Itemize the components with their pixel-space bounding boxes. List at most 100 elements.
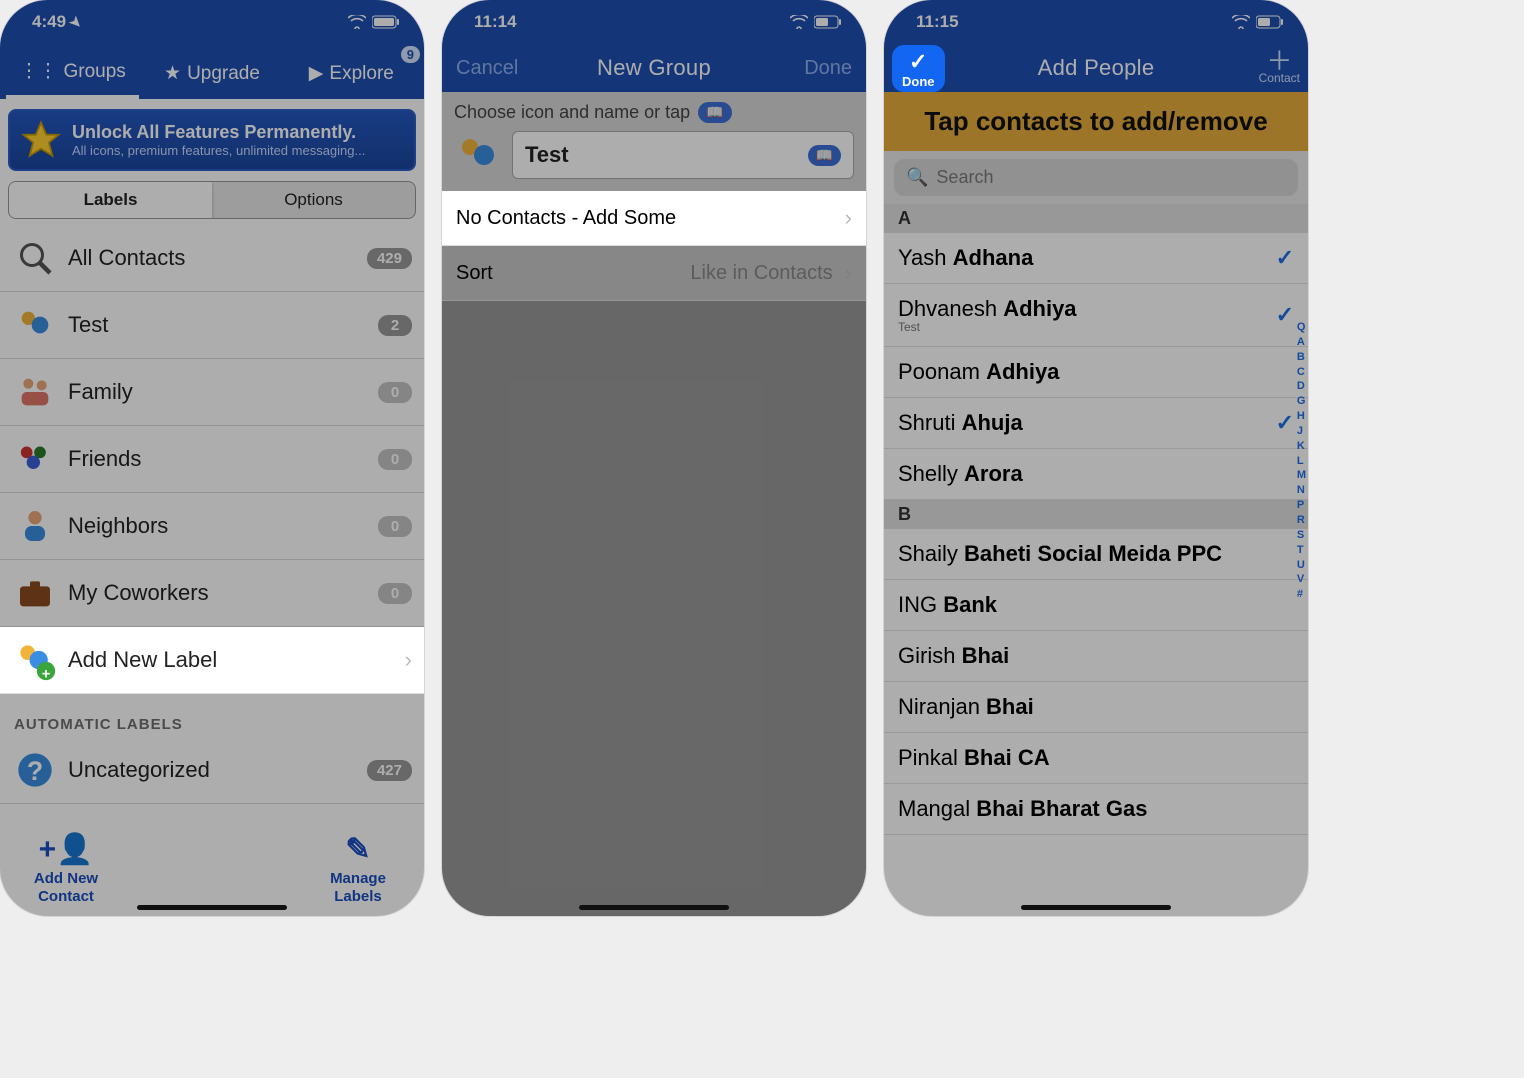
add-contacts-row[interactable]: No Contacts - Add Some › bbox=[442, 191, 866, 246]
contact-name: ING Bank bbox=[898, 592, 997, 618]
wifi-icon bbox=[1232, 15, 1250, 29]
form-hint: Choose icon and name or tap 📖 bbox=[454, 102, 854, 123]
row-add-new-label[interactable]: + Add New Label › bbox=[0, 627, 424, 694]
row-family[interactable]: Family 0 bbox=[0, 359, 424, 426]
index-letter[interactable]: H bbox=[1297, 409, 1306, 424]
book-pill-icon[interactable]: 📖 bbox=[808, 145, 841, 166]
chevron-right-icon: › bbox=[405, 647, 412, 673]
contact-row[interactable]: Dhvanesh AdhiyaTest✓ bbox=[884, 284, 1308, 347]
add-contact-button[interactable]: ＋ Contact bbox=[1259, 51, 1300, 86]
tab-upgrade[interactable]: ★ Upgrade bbox=[145, 50, 278, 99]
unlock-banner[interactable]: Unlock All Features Permanently. All ico… bbox=[8, 109, 416, 171]
row-label: Test bbox=[68, 312, 378, 338]
index-letter[interactable]: L bbox=[1297, 454, 1306, 469]
plus-icon: ＋ bbox=[1266, 51, 1292, 72]
index-letter[interactable]: G bbox=[1297, 394, 1306, 409]
svg-text:+: + bbox=[42, 666, 51, 682]
row-uncategorized[interactable]: ? Uncategorized 427 bbox=[0, 737, 424, 804]
pencil-icon: ✎ bbox=[345, 832, 370, 868]
contact-row[interactable]: Poonam Adhiya bbox=[884, 347, 1308, 398]
check-icon: ✓ bbox=[909, 51, 927, 73]
row-coworkers[interactable]: My Coworkers 0 bbox=[0, 560, 424, 627]
row-count: 0 bbox=[378, 449, 412, 470]
done-button[interactable]: ✓ Done bbox=[892, 45, 945, 92]
index-letter[interactable]: B bbox=[1297, 350, 1306, 365]
nav-bar: ✓ Done Add People ＋ Contact bbox=[884, 44, 1308, 92]
contact-row[interactable]: Yash Adhana ✓ bbox=[884, 233, 1308, 284]
contact-row[interactable]: Girish Bhai bbox=[884, 631, 1308, 682]
index-letter[interactable]: R bbox=[1297, 513, 1306, 528]
contact-row[interactable]: Pinkal Bhai CA bbox=[884, 733, 1308, 784]
tab-explore[interactable]: ▶ Explore 9 bbox=[285, 50, 418, 99]
index-letter[interactable]: Q bbox=[1297, 320, 1306, 335]
segment-options[interactable]: Options bbox=[212, 182, 415, 218]
index-letter[interactable]: N bbox=[1297, 483, 1306, 498]
group-form: Choose icon and name or tap 📖 Test 📖 bbox=[442, 92, 866, 191]
star-icon: ★ bbox=[164, 62, 181, 85]
search-placeholder: Search bbox=[936, 167, 993, 188]
row-test[interactable]: Test 2 bbox=[0, 292, 424, 359]
search-icon: 🔍 bbox=[906, 167, 928, 188]
sort-label: Sort bbox=[456, 262, 493, 285]
index-letter[interactable]: A bbox=[1297, 335, 1306, 350]
nav-title: Add People bbox=[1038, 55, 1155, 81]
contact-row[interactable]: Shaily Baheti Social Meida PPC bbox=[884, 529, 1308, 580]
sort-row[interactable]: Sort Like in Contacts› bbox=[442, 246, 866, 301]
index-letter[interactable]: # bbox=[1297, 587, 1306, 602]
index-letter[interactable]: S bbox=[1297, 528, 1306, 543]
contact-name: Girish Bhai bbox=[898, 643, 1009, 669]
row-all-contacts[interactable]: All Contacts 429 bbox=[0, 225, 424, 292]
tab-groups-label: Groups bbox=[64, 61, 126, 83]
group-icon-picker[interactable] bbox=[454, 131, 502, 179]
index-letter[interactable]: P bbox=[1297, 498, 1306, 513]
index-letter[interactable]: M bbox=[1297, 468, 1306, 483]
add-new-contact-button[interactable]: +👤 Add New Contact bbox=[22, 832, 110, 906]
book-icon[interactable]: 📖 bbox=[698, 102, 731, 123]
row-friends[interactable]: Friends 0 bbox=[0, 426, 424, 493]
segment-control[interactable]: Labels Options bbox=[8, 181, 416, 219]
index-letter[interactable]: K bbox=[1297, 439, 1306, 454]
search-icon bbox=[12, 235, 58, 281]
contact-name: Shaily Baheti Social Meida PPC bbox=[898, 541, 1222, 567]
alphabet-index[interactable]: QABCDGHJKLMNPRSTUV# bbox=[1297, 320, 1306, 602]
tab-groups[interactable]: ⋮⋮ Groups bbox=[6, 50, 139, 99]
row-neighbors[interactable]: Neighbors 0 bbox=[0, 493, 424, 560]
bottom-toolbar: +👤 Add New Contact ✎ Manage Labels bbox=[0, 832, 424, 906]
contact-row[interactable]: Shelly Arora bbox=[884, 449, 1308, 500]
cancel-button[interactable]: Cancel bbox=[456, 44, 518, 92]
row-count: 427 bbox=[367, 760, 412, 781]
group-name-input[interactable]: Test 📖 bbox=[512, 131, 854, 179]
index-letter[interactable]: T bbox=[1297, 543, 1306, 558]
index-letter[interactable]: J bbox=[1297, 424, 1306, 439]
hint-text: Choose icon and name or tap bbox=[454, 102, 690, 123]
index-letter[interactable]: C bbox=[1297, 365, 1306, 380]
segment-labels[interactable]: Labels bbox=[9, 182, 212, 218]
index-letter[interactable]: U bbox=[1297, 558, 1306, 573]
tab-upgrade-label: Upgrade bbox=[187, 63, 260, 85]
contact-row[interactable]: Shruti Ahuja✓ bbox=[884, 398, 1308, 449]
person-icon bbox=[12, 503, 58, 549]
play-icon: ▶ bbox=[309, 62, 324, 85]
contact-row[interactable]: ING Bank bbox=[884, 580, 1308, 631]
row-count: 0 bbox=[378, 583, 412, 604]
row-label: Neighbors bbox=[68, 513, 378, 539]
index-letter[interactable]: D bbox=[1297, 379, 1306, 394]
contact-name: Dhvanesh Adhiya bbox=[898, 296, 1077, 322]
row-label: Uncategorized bbox=[68, 757, 367, 783]
contact-row[interactable]: Niranjan Bhai bbox=[884, 682, 1308, 733]
contact-row[interactable]: Mangal Bhai Bharat Gas bbox=[884, 784, 1308, 835]
search-input[interactable]: 🔍 Search bbox=[894, 159, 1298, 196]
screen-groups: 4:49 ➤ ⋮⋮ Groups ★ Upgrade ▶ Explore 9 U… bbox=[0, 0, 424, 916]
check-icon: ✓ bbox=[1276, 245, 1294, 271]
index-letter[interactable]: V bbox=[1297, 572, 1306, 587]
screen-new-group: 11:14 Cancel New Group Done Choose icon … bbox=[442, 0, 866, 916]
contact-name: Yash Adhana bbox=[898, 245, 1033, 271]
manage-labels-button[interactable]: ✎ Manage Labels bbox=[314, 832, 402, 906]
contact-name: Shelly Arora bbox=[898, 461, 1023, 487]
contact-label: Contact bbox=[1259, 71, 1300, 85]
home-indicator bbox=[1021, 905, 1171, 910]
section-header-A: A bbox=[884, 204, 1308, 233]
row-count: 2 bbox=[378, 315, 412, 336]
check-icon: ✓ bbox=[1276, 302, 1294, 328]
done-button[interactable]: Done bbox=[804, 44, 852, 92]
